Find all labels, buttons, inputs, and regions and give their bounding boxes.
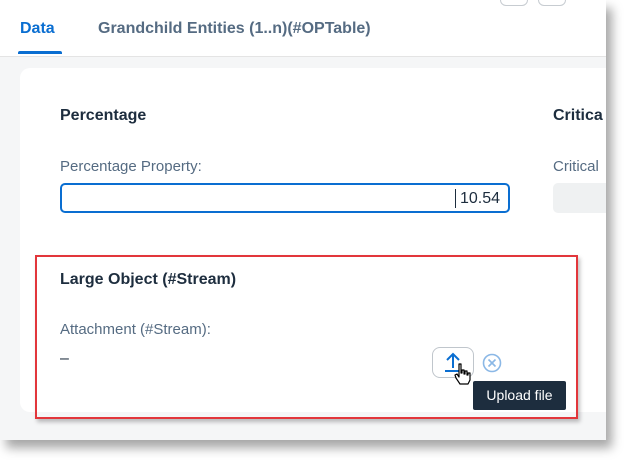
critical-section-title: Critica xyxy=(553,107,603,124)
percentage-property-label: Percentage Property: xyxy=(60,158,202,175)
critical-field-input xyxy=(553,183,606,213)
text-caret xyxy=(455,189,456,208)
active-tab-indicator xyxy=(18,51,62,54)
highlight-box xyxy=(35,255,578,419)
percentage-section-title: Percentage xyxy=(60,107,147,124)
tab-bar: Data Grandchild Entities (1..n)(#OPTable… xyxy=(0,0,606,57)
tab-data[interactable]: Data xyxy=(20,20,55,38)
critical-field-label: Critical xyxy=(553,158,599,175)
object-page-window: Data Grandchild Entities (1..n)(#OPTable… xyxy=(0,0,606,440)
header-action-button[interactable] xyxy=(538,0,566,6)
percentage-property-input[interactable]: 10.54 xyxy=(60,183,510,213)
header-action-button[interactable] xyxy=(500,0,528,6)
tab-grandchild-entities[interactable]: Grandchild Entities (1..n)(#OPTable) xyxy=(98,20,371,38)
percentage-property-value: 10.54 xyxy=(459,190,500,207)
